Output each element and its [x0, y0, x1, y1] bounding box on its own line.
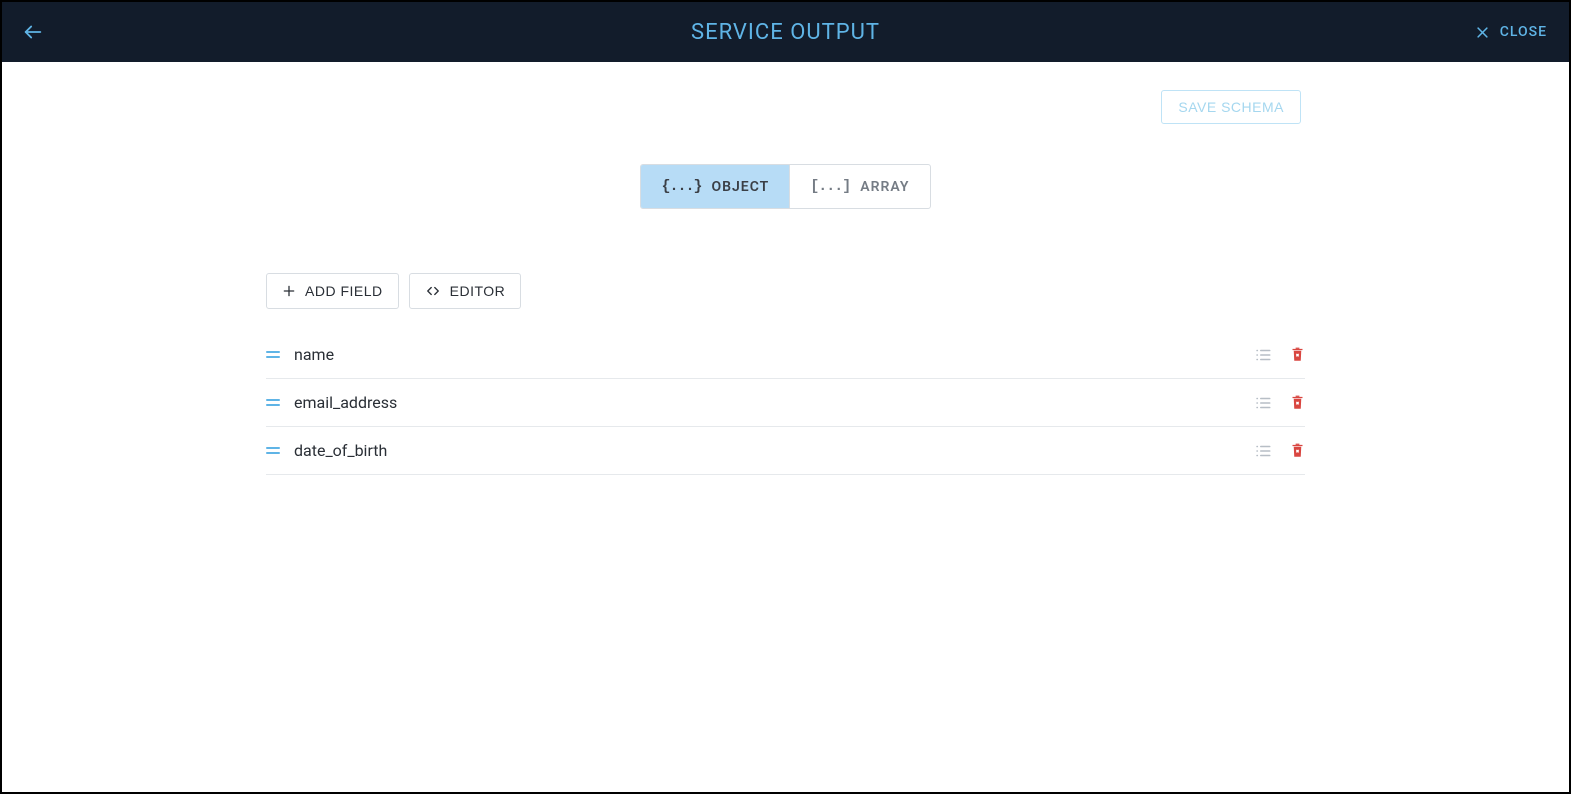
save-schema-button[interactable]: SAVE SCHEMA: [1161, 90, 1301, 124]
code-icon: [425, 284, 441, 298]
object-symbol: {...}: [661, 178, 701, 195]
field-name[interactable]: date_of_birth: [294, 441, 1254, 460]
add-field-button[interactable]: ADD FIELD: [266, 273, 399, 309]
array-symbol: [...]: [810, 178, 850, 195]
toolbar: ADD FIELD EDITOR: [266, 273, 1569, 309]
delete-icon[interactable]: [1290, 442, 1305, 459]
delete-icon[interactable]: [1290, 346, 1305, 363]
drag-handle-icon[interactable]: [266, 351, 280, 358]
toggle-array[interactable]: [...] ARRAY: [789, 165, 929, 208]
field-list: name email_address date_of_birth: [266, 331, 1305, 475]
editor-button[interactable]: EDITOR: [409, 273, 522, 309]
field-actions: [1254, 346, 1305, 364]
close-icon: [1475, 25, 1490, 40]
field-name[interactable]: email_address: [294, 393, 1254, 412]
drag-handle-icon[interactable]: [266, 399, 280, 406]
drag-handle-icon[interactable]: [266, 447, 280, 454]
field-row: email_address: [266, 379, 1305, 427]
field-actions: [1254, 394, 1305, 412]
delete-icon[interactable]: [1290, 394, 1305, 411]
field-row: date_of_birth: [266, 427, 1305, 475]
list-icon[interactable]: [1254, 442, 1272, 460]
type-toggle-row: {...} OBJECT [...] ARRAY: [2, 164, 1569, 209]
close-button[interactable]: CLOSE: [1475, 24, 1547, 40]
type-toggle: {...} OBJECT [...] ARRAY: [640, 164, 930, 209]
back-button[interactable]: [22, 21, 44, 43]
arrow-left-icon: [22, 21, 44, 43]
content-area: SAVE SCHEMA {...} OBJECT [...] ARRAY ADD…: [2, 62, 1569, 475]
save-row: SAVE SCHEMA: [2, 90, 1569, 124]
field-row: name: [266, 331, 1305, 379]
plus-icon: [282, 284, 296, 298]
array-label: ARRAY: [860, 179, 909, 195]
toggle-object[interactable]: {...} OBJECT: [641, 165, 789, 208]
field-name[interactable]: name: [294, 345, 1254, 364]
page-title: SERVICE OUTPUT: [691, 20, 880, 45]
close-label: CLOSE: [1500, 24, 1547, 40]
object-label: OBJECT: [711, 179, 769, 195]
add-field-label: ADD FIELD: [305, 283, 383, 299]
list-icon[interactable]: [1254, 346, 1272, 364]
field-actions: [1254, 442, 1305, 460]
list-icon[interactable]: [1254, 394, 1272, 412]
editor-label: EDITOR: [450, 283, 506, 299]
header-bar: SERVICE OUTPUT CLOSE: [2, 2, 1569, 62]
